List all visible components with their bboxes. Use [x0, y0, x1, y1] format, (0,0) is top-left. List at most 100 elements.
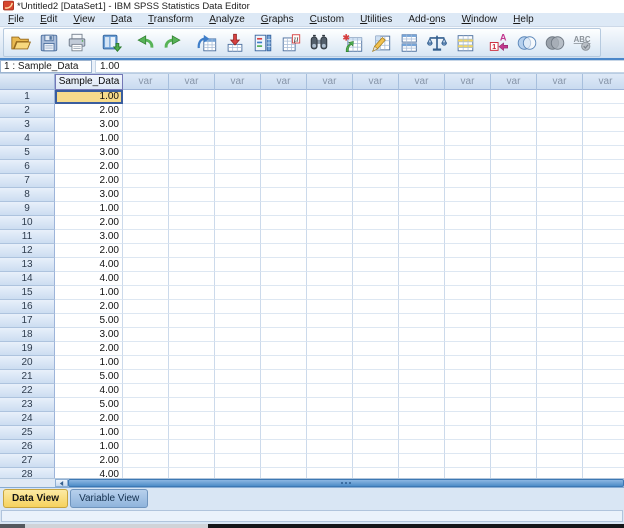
empty-cell[interactable] — [445, 412, 491, 426]
empty-cell[interactable] — [399, 216, 445, 230]
column-header-var[interactable]: var — [215, 74, 261, 90]
empty-cell[interactable] — [583, 146, 624, 160]
empty-cell[interactable] — [261, 328, 307, 342]
empty-cell[interactable] — [261, 146, 307, 160]
empty-cell[interactable] — [537, 146, 583, 160]
data-cell[interactable]: 1.00 — [55, 426, 123, 440]
empty-cell[interactable] — [491, 384, 537, 398]
row-header[interactable]: 22 — [0, 384, 55, 398]
empty-cell[interactable] — [583, 426, 624, 440]
empty-cell[interactable] — [169, 398, 215, 412]
empty-cell[interactable] — [537, 426, 583, 440]
empty-cell[interactable] — [169, 286, 215, 300]
menu-graphs[interactable]: Graphs — [253, 13, 302, 26]
empty-cell[interactable] — [445, 244, 491, 258]
empty-cell[interactable] — [445, 398, 491, 412]
empty-cell[interactable] — [307, 314, 353, 328]
empty-cell[interactable] — [123, 314, 169, 328]
row-header[interactable]: 7 — [0, 174, 55, 188]
empty-cell[interactable] — [169, 342, 215, 356]
empty-cell[interactable] — [537, 202, 583, 216]
empty-cell[interactable] — [537, 356, 583, 370]
data-cell[interactable]: 2.00 — [55, 104, 123, 118]
empty-cell[interactable] — [445, 440, 491, 454]
empty-cell[interactable] — [537, 314, 583, 328]
empty-cell[interactable] — [491, 412, 537, 426]
empty-cell[interactable] — [491, 328, 537, 342]
empty-cell[interactable] — [169, 384, 215, 398]
empty-cell[interactable] — [353, 230, 399, 244]
show-all-variables-button[interactable] — [541, 29, 569, 56]
empty-cell[interactable] — [399, 146, 445, 160]
empty-cell[interactable] — [491, 174, 537, 188]
empty-cell[interactable] — [123, 426, 169, 440]
empty-cell[interactable] — [215, 300, 261, 314]
empty-cell[interactable] — [261, 188, 307, 202]
empty-cell[interactable] — [399, 230, 445, 244]
recall-dialogs-button[interactable] — [97, 29, 125, 56]
empty-cell[interactable] — [169, 132, 215, 146]
menu-analyze[interactable]: Analyze — [201, 13, 253, 26]
empty-cell[interactable] — [261, 426, 307, 440]
empty-cell[interactable] — [215, 426, 261, 440]
empty-cell[interactable] — [537, 440, 583, 454]
empty-cell[interactable] — [353, 356, 399, 370]
row-header[interactable]: 14 — [0, 272, 55, 286]
empty-cell[interactable] — [537, 174, 583, 188]
column-header-var[interactable]: var — [307, 74, 353, 90]
empty-cell[interactable] — [399, 188, 445, 202]
spell-check-button[interactable]: ABC — [569, 29, 597, 56]
empty-cell[interactable] — [491, 118, 537, 132]
empty-cell[interactable] — [445, 216, 491, 230]
row-header[interactable]: 16 — [0, 300, 55, 314]
empty-cell[interactable] — [399, 160, 445, 174]
empty-cell[interactable] — [215, 384, 261, 398]
empty-cell[interactable] — [353, 328, 399, 342]
empty-cell[interactable] — [307, 328, 353, 342]
empty-cell[interactable] — [583, 216, 624, 230]
empty-cell[interactable] — [169, 202, 215, 216]
empty-cell[interactable] — [445, 468, 491, 478]
empty-cell[interactable] — [169, 146, 215, 160]
empty-cell[interactable] — [215, 90, 261, 104]
empty-cell[interactable] — [445, 328, 491, 342]
empty-cell[interactable] — [353, 202, 399, 216]
empty-cell[interactable] — [445, 454, 491, 468]
row-header[interactable]: 17 — [0, 314, 55, 328]
empty-cell[interactable] — [261, 118, 307, 132]
empty-cell[interactable] — [583, 230, 624, 244]
empty-cell[interactable] — [123, 454, 169, 468]
empty-cell[interactable] — [445, 286, 491, 300]
empty-cell[interactable] — [537, 342, 583, 356]
empty-cell[interactable] — [491, 230, 537, 244]
empty-cell[interactable] — [169, 160, 215, 174]
empty-cell[interactable] — [215, 188, 261, 202]
empty-cell[interactable] — [353, 104, 399, 118]
empty-cell[interactable] — [123, 370, 169, 384]
empty-cell[interactable] — [537, 370, 583, 384]
print-button[interactable] — [63, 29, 91, 56]
empty-cell[interactable] — [123, 146, 169, 160]
column-header-var[interactable]: var — [491, 74, 537, 90]
data-cell[interactable]: 5.00 — [55, 398, 123, 412]
data-cell[interactable]: 3.00 — [55, 188, 123, 202]
empty-cell[interactable] — [261, 468, 307, 478]
empty-cell[interactable] — [583, 384, 624, 398]
empty-cell[interactable] — [307, 104, 353, 118]
empty-cell[interactable] — [537, 398, 583, 412]
row-header[interactable]: 28 — [0, 468, 55, 478]
empty-cell[interactable] — [261, 356, 307, 370]
data-cell[interactable]: 3.00 — [55, 328, 123, 342]
empty-cell[interactable] — [307, 356, 353, 370]
empty-cell[interactable] — [169, 356, 215, 370]
empty-cell[interactable] — [307, 440, 353, 454]
empty-cell[interactable] — [399, 342, 445, 356]
empty-cell[interactable] — [353, 300, 399, 314]
empty-cell[interactable] — [307, 468, 353, 478]
split-file-button[interactable] — [395, 29, 423, 56]
empty-cell[interactable] — [307, 146, 353, 160]
empty-cell[interactable] — [583, 118, 624, 132]
empty-cell[interactable] — [491, 202, 537, 216]
empty-cell[interactable] — [353, 342, 399, 356]
empty-cell[interactable] — [169, 244, 215, 258]
